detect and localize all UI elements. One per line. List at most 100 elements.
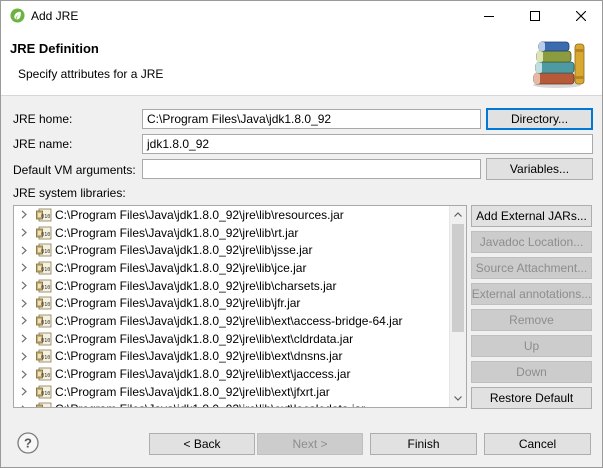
expand-toggle[interactable] [16,334,32,343]
svg-text:010: 010 [41,337,50,343]
library-row[interactable]: 010 C:\Program Files\Java\jdk1.8.0_92\jre… [14,224,450,242]
jar-file-icon: 010 [36,314,52,328]
library-row[interactable]: 010C:\Program Files\Java\jdk1.8.0_92\jre… [14,383,450,401]
library-path: C:\Program Files\Java\jdk1.8.0_92\jre\li… [55,225,299,240]
expand-toggle[interactable] [16,299,32,308]
library-path: C:\Program Files\Java\jdk1.8.0_92\jre\li… [55,207,344,222]
expand-toggle[interactable] [16,246,32,255]
chevron-right-icon [21,316,27,326]
jar-file-icon: 010 [36,332,52,346]
library-list: 010 C:\Program Files\Java\jdk1.8.0_92\jre… [14,206,450,407]
jar-file-icon: 010 [36,208,52,222]
jre-name-field[interactable]: jdk1.8.0_92 [142,134,593,154]
add-jre-dialog: Add JRE JRE Definition Specify attribute… [0,0,603,468]
svg-text:010: 010 [41,373,50,379]
scroll-down-button[interactable] [450,390,466,407]
back-button[interactable]: < Back [149,433,255,455]
help-icon[interactable]: ? [17,432,39,454]
cancel-button[interactable]: Cancel [484,433,591,455]
jre-name-label: JRE name: [13,137,73,151]
expand-toggle[interactable] [16,316,32,326]
expand-toggle[interactable] [16,210,32,219]
library-row[interactable]: 010C:\Program Files\Java\jdk1.8.0_92\jre… [14,365,450,383]
svg-text:010: 010 [41,284,50,290]
library-row[interactable]: 010 C:\Program Files\Java\jdk1.8.0_92\jre… [14,348,450,366]
jar-file-icon: 010 [36,385,52,399]
library-path: C:\Program Files\Java\jdk1.8.0_92\jre\li… [55,331,354,346]
scroll-up-button[interactable] [450,206,466,223]
chevron-down-icon [454,396,462,401]
chevron-right-icon [21,263,27,273]
library-row[interactable]: 010C:\Program Files\Java\jdk1.8.0_92\jre… [14,401,450,407]
add-external-jars-button[interactable]: Add External JARs... [471,205,592,227]
vm-arguments-label: Default VM arguments: [13,163,136,177]
chevron-right-icon [21,387,27,396]
svg-text:010: 010 [41,355,50,361]
remove-button[interactable]: Remove [471,309,592,331]
svg-text:010: 010 [41,267,50,273]
jre-home-field[interactable]: C:\Program Files\Java\jdk1.8.0_92 [142,109,481,129]
library-row[interactable]: 010C:\Program Files\Java\jdk1.8.0_92\jre… [14,259,450,277]
chevron-right-icon [21,246,27,255]
expand-toggle[interactable] [16,263,32,273]
chevron-right-icon [21,281,27,290]
vm-arguments-field[interactable] [142,159,481,179]
expand-toggle[interactable] [16,387,32,396]
expand-toggle[interactable] [16,369,32,379]
down-button[interactable]: Down [471,361,592,383]
library-path: C:\Program Files\Java\jdk1.8.0_92\jre\li… [55,278,337,293]
chevron-right-icon [21,228,27,237]
system-libraries-tree[interactable]: 010 C:\Program Files\Java\jdk1.8.0_92\jre… [13,205,467,408]
expand-toggle[interactable] [16,352,32,361]
restore-default-button[interactable]: Restore Default [471,387,592,409]
finish-button[interactable]: Finish [370,433,477,455]
spring-leaf-icon [10,8,25,23]
jar-file-icon: 010 [36,349,52,363]
jar-file-icon: 010 [36,226,52,239]
library-path: C:\Program Files\Java\jdk1.8.0_92\jre\li… [55,313,403,328]
svg-text:010: 010 [41,249,50,255]
external-annotations-button[interactable]: External annotations... [471,283,592,305]
expand-toggle[interactable] [16,228,32,237]
next-button[interactable]: Next > [257,433,363,455]
library-path: C:\Program Files\Java\jdk1.8.0_92\jre\li… [55,349,343,364]
directory-button[interactable]: Directory... [486,108,593,130]
library-row[interactable]: 010 C:\Program Files\Java\jdk1.8.0_92\jre… [14,312,450,330]
minimize-icon [484,16,494,17]
source-attachment-button[interactable]: Source Attachment... [471,257,592,279]
svg-text:?: ? [24,436,32,451]
close-button[interactable] [558,1,602,31]
expand-toggle[interactable] [16,281,32,290]
svg-text:010: 010 [41,391,50,397]
window-title: Add JRE [31,9,79,23]
expand-toggle[interactable] [16,405,32,407]
close-icon [576,11,586,21]
up-button[interactable]: Up [471,335,592,357]
library-row[interactable]: 010 C:\Program Files\Java\jdk1.8.0_92\jre… [14,206,450,224]
books-icon [533,41,585,88]
library-row[interactable]: 010C:\Program Files\Java\jdk1.8.0_92\jre… [14,294,450,312]
library-row[interactable]: 010 C:\Program Files\Java\jdk1.8.0_92\jre… [14,241,450,259]
variables-button[interactable]: Variables... [486,158,593,180]
javadoc-location-button[interactable]: Javadoc Location... [471,231,592,253]
library-path: C:\Program Files\Java\jdk1.8.0_92\jre\li… [55,296,301,311]
jar-file-icon: 010 [36,279,52,292]
jre-home-label: JRE home: [13,112,73,126]
scrollbar-thumb[interactable] [452,224,464,332]
minimize-button[interactable] [466,1,512,31]
chevron-right-icon [21,299,27,308]
library-row[interactable]: 010 C:\Program Files\Java\jdk1.8.0_92\jre… [14,277,450,295]
library-path: C:\Program Files\Java\jdk1.8.0_92\jre\li… [55,402,365,407]
svg-text:010: 010 [41,214,50,220]
svg-text:010: 010 [41,320,50,326]
maximize-icon [530,11,540,21]
vertical-scrollbar[interactable] [449,206,466,407]
maximize-button[interactable] [512,1,558,31]
library-path: C:\Program Files\Java\jdk1.8.0_92\jre\li… [55,243,313,258]
svg-text:010: 010 [41,231,50,237]
library-row[interactable]: 010 C:\Program Files\Java\jdk1.8.0_92\jre… [14,330,450,348]
chevron-right-icon [21,210,27,219]
jar-file-icon: 010 [36,296,52,310]
chevron-right-icon [21,352,27,361]
banner-title: JRE Definition [10,41,99,56]
